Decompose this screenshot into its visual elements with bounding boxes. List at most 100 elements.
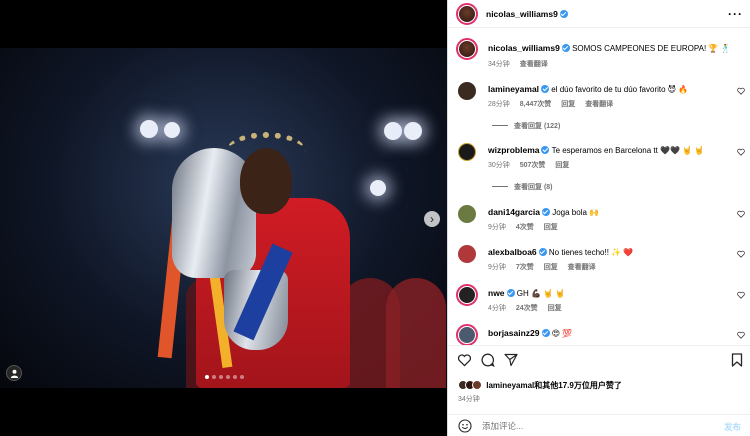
liker-avatars [458,380,484,390]
comment-author[interactable]: dani14garcia [488,207,540,217]
likes-user-link[interactable]: lamineyamal [486,381,534,390]
comment-body: Te esperamos en Barcelona tt 🖤🖤 🤘 🤘 [551,146,705,155]
comment-time: 30分钟 [488,162,510,169]
comment-likes[interactable]: 8,447次赞 [520,101,552,108]
chevron-right-icon: › [430,212,434,226]
comment-avatar[interactable] [458,205,476,223]
heart-icon[interactable] [737,210,745,218]
heart-icon[interactable] [737,331,745,339]
comment-avatar[interactable] [458,245,476,263]
comment-text: alexbalboa6 No tienes techo!! ✨ ❤️ [488,247,633,258]
comment-meta: 4分钟 24次赞 回复 [488,303,570,313]
comment-body: GH 💪🏿 🤘 🤘 [516,289,566,298]
bookmark-icon[interactable] [731,353,743,367]
comment-body: Joga bola 🙌 [552,208,600,217]
post-detail-panel: nicolas_williams9 ··· nicolas_williams9 … [447,0,750,436]
carousel-dot [205,375,209,379]
comment-likes[interactable]: 4次赞 [516,224,534,231]
comment-reply-button[interactable]: 回复 [544,264,558,271]
comment-text: borjasainz29 😍 💯 [488,328,572,339]
emoji-smiley-icon[interactable] [458,419,472,433]
verified-badge-icon [541,85,550,93]
share-send-icon[interactable] [504,353,518,367]
view-replies-link[interactable]: 查看回复 (8) [492,182,553,192]
caption-translate-link[interactable]: 查看翻译 [520,61,548,68]
comment-reply-button[interactable]: 回复 [544,224,558,231]
comment-body: 😍 💯 [551,329,573,338]
caption-meta: 34分钟 查看翻译 [488,59,556,69]
verified-badge-icon [541,208,550,216]
comment-text: lamineyamal el dúo favorito de tu dúo fa… [488,84,688,95]
caption-text: nicolas_williams9 SOMOS CAMPEONES DE EUR… [488,43,731,54]
comment-meta: 9分钟 7次赞 回复 查看翻译 [488,262,604,272]
like-heart-icon[interactable] [457,353,472,367]
verified-badge-icon [561,44,570,52]
caption-author[interactable]: nicolas_williams9 [488,43,560,53]
comment-likes[interactable]: 507次赞 [520,162,546,169]
comment-text: wizproblema Te esperamos en Barcelona tt… [488,145,704,156]
carousel-dot [226,375,230,379]
comment-bubble-icon[interactable] [481,353,495,367]
author-username[interactable]: nicolas_williams9 [486,9,568,19]
comment-reply-button[interactable]: 回复 [548,305,562,312]
view-replies-link[interactable]: 查看回复 (122) [492,121,560,131]
verified-badge-icon [538,248,547,256]
comment-likes[interactable]: 24次赞 [516,305,538,312]
more-options-icon[interactable]: ··· [728,7,743,21]
carousel-next-button[interactable]: › [424,211,440,227]
post-media: › [0,0,447,436]
carousel-indicator [205,375,244,379]
likes-count-text[interactable]: 和其他17.9万位用户赞了 [534,381,622,390]
carousel-dot [240,375,244,379]
post-timestamp: 34分钟 [458,396,480,403]
comment-text: dani14garcia Joga bola 🙌 [488,207,599,218]
post-actions [448,345,750,373]
verified-badge-icon [541,146,550,154]
comment-author[interactable]: nwe [488,288,505,298]
comment-body: el dúo favorito de tu dúo favorito 😈 🔥 [551,85,689,94]
comment-meta: 30分钟 507次赞 回复 [488,160,577,170]
comment-meta: 9分钟 4次赞 回复 [488,222,566,232]
comment-body: No tienes techo!! ✨ ❤️ [548,248,634,257]
post-photo [0,48,447,388]
comment-avatar[interactable] [458,82,476,100]
comment-author[interactable]: alexbalboa6 [488,247,537,257]
comment-author[interactable]: borjasainz29 [488,328,540,338]
comment-translate-link[interactable]: 查看翻译 [585,101,613,108]
comment-meta: 28分钟 8,447次赞 回复 查看翻译 [488,99,621,109]
comment-reply-button[interactable]: 回复 [555,162,569,169]
comment-translate-link[interactable]: 查看翻译 [568,264,596,271]
comment-time: 9分钟 [488,224,506,231]
carousel-dot [233,375,237,379]
post-header: nicolas_williams9 ··· [448,0,750,28]
tagged-users-button[interactable] [6,365,22,381]
comment-avatar[interactable] [456,284,478,306]
comment-author[interactable]: wizproblema [488,145,539,155]
comment-composer: 发布 [448,414,750,436]
heart-icon[interactable] [737,87,745,95]
post-comment-button[interactable]: 发布 [724,421,741,433]
likes-summary: lamineyamal和其他17.9万位用户赞了 [458,380,622,391]
author-avatar[interactable] [456,3,478,25]
heart-icon[interactable] [737,250,745,258]
comment-text: nwe GH 💪🏿 🤘 🤘 [488,288,565,299]
user-icon [10,369,19,378]
comment-avatar[interactable] [456,324,478,346]
comment-author[interactable]: lamineyamal [488,84,539,94]
comment-input[interactable] [482,421,682,431]
comment-likes[interactable]: 7次赞 [516,264,534,271]
caption-avatar[interactable] [456,38,478,60]
verified-badge-icon [541,329,550,337]
caption-body: SOMOS CAMPEONES DE EUROPA! 🏆 🕺 [572,44,731,53]
carousel-dot [219,375,223,379]
comment-avatar[interactable] [458,143,476,161]
carousel-dot [212,375,216,379]
verified-badge-icon [559,10,568,18]
author-username-text[interactable]: nicolas_williams9 [486,9,558,19]
heart-icon[interactable] [737,148,745,156]
comment-reply-button[interactable]: 回复 [561,101,575,108]
heart-icon[interactable] [737,291,745,299]
comment-time: 4分钟 [488,305,506,312]
comment-time: 28分钟 [488,101,510,108]
caption-time: 34分钟 [488,61,510,68]
